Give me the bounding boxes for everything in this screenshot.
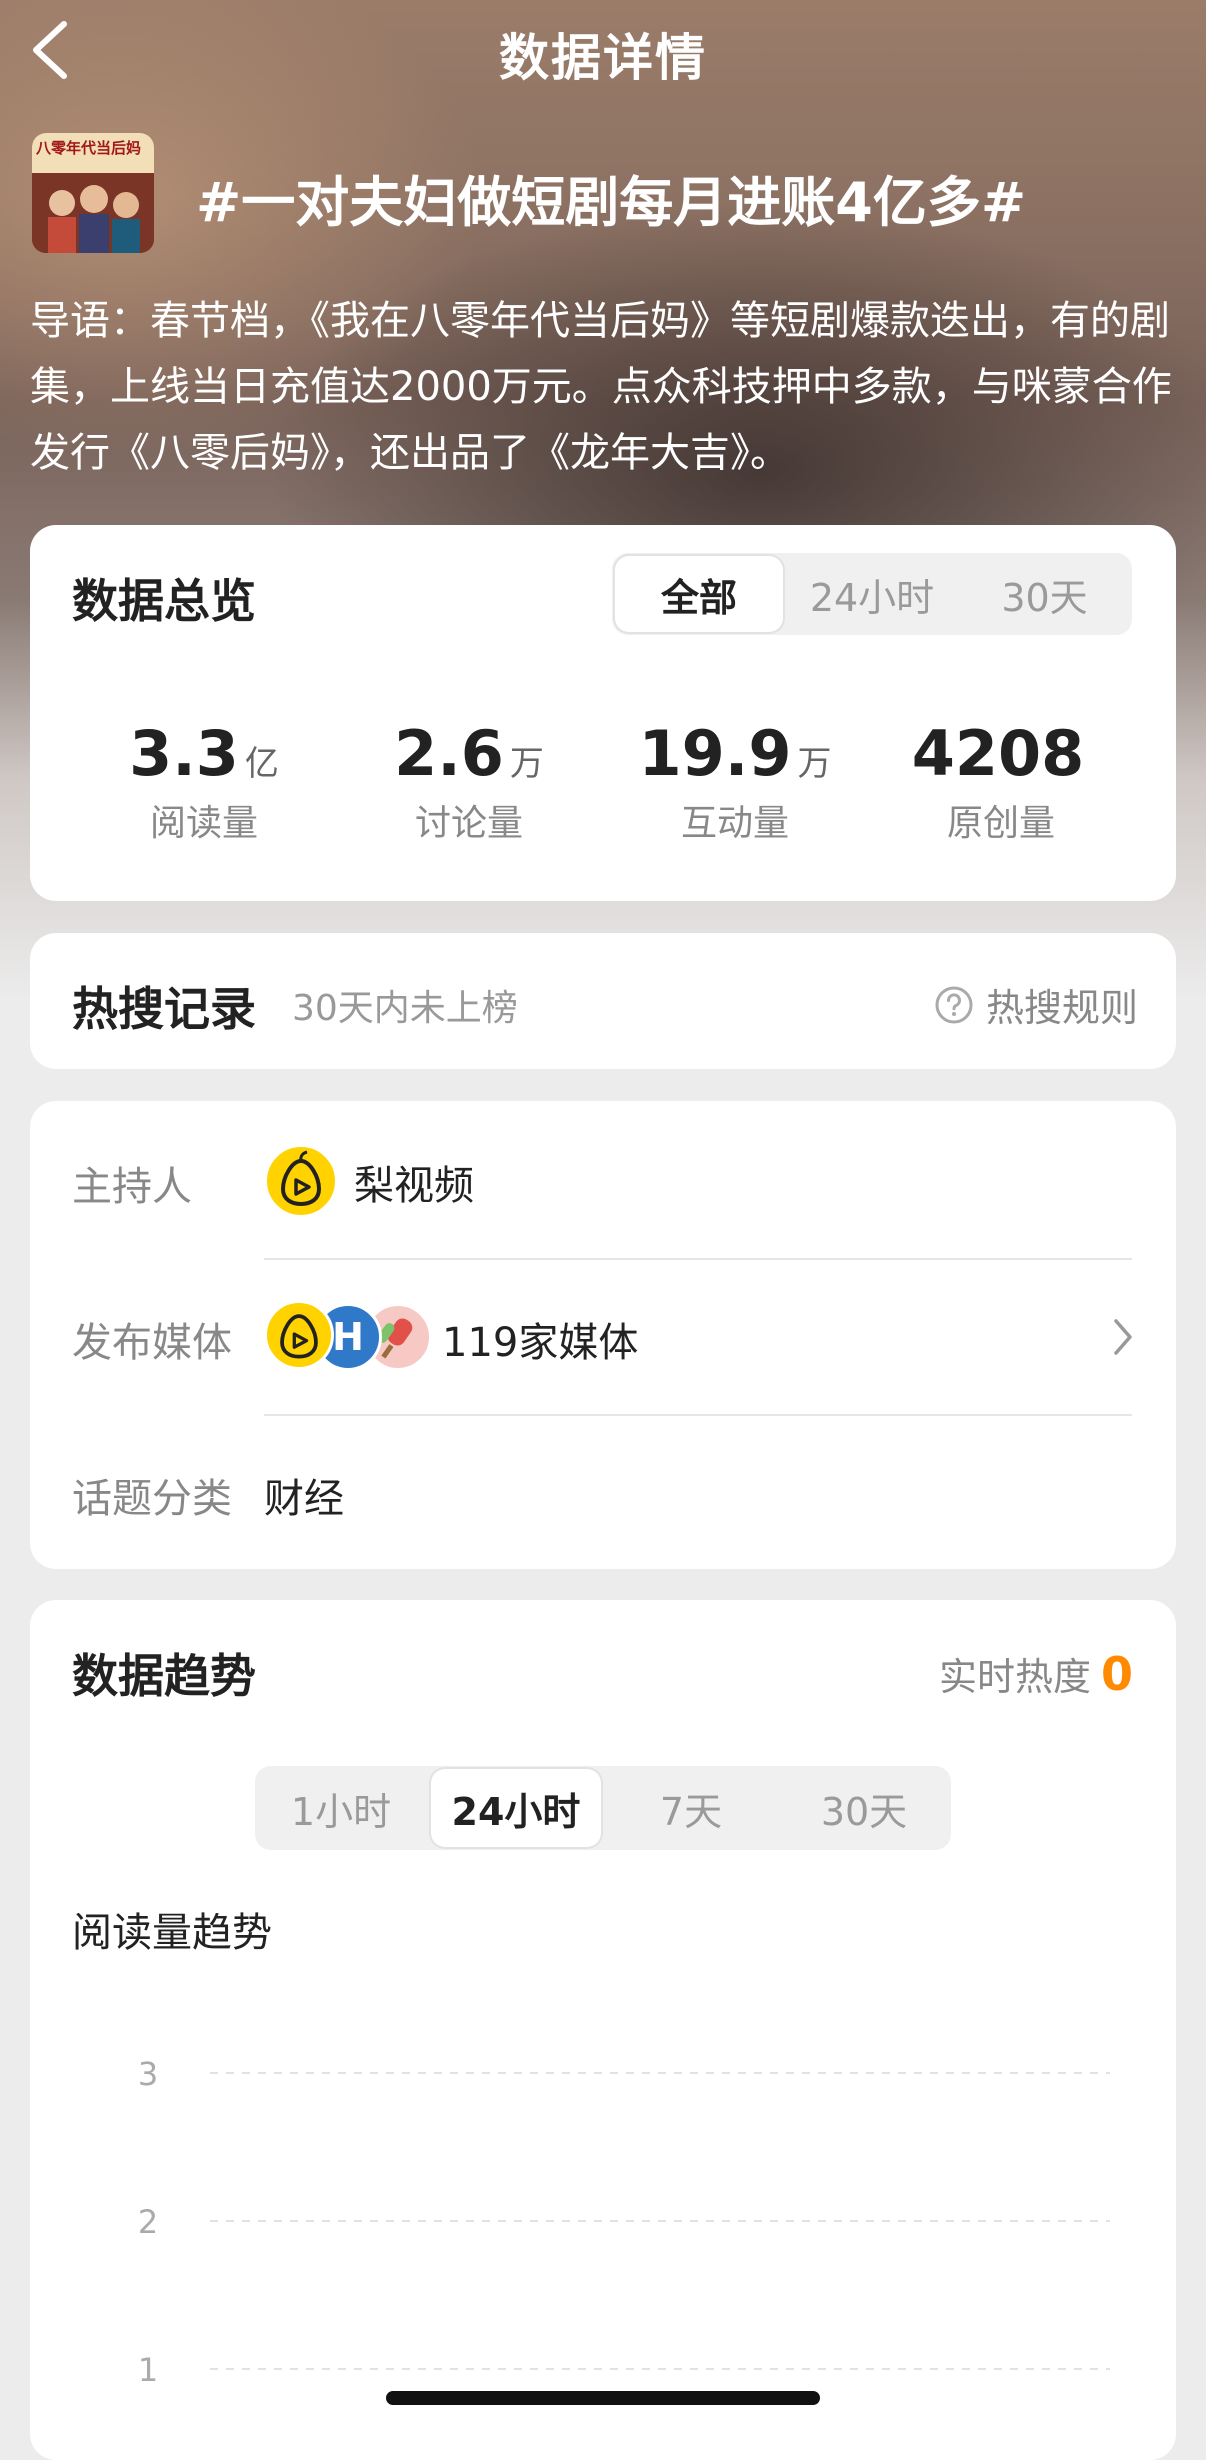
hot-search-title: 热搜记录: [72, 982, 256, 1036]
media-count[interactable]: 119家媒体: [442, 1310, 638, 1368]
realtime-heat-label: 实时热度: [939, 1655, 1092, 1699]
topic-thumbnail[interactable]: 八零年代当后妈: [32, 133, 154, 253]
tab-1h[interactable]: 1小时: [255, 1766, 427, 1850]
realtime-heat-value: 0: [1101, 1646, 1134, 1701]
pear-video-logo-icon: [280, 1314, 318, 1359]
chevron-right-icon[interactable]: [1112, 1317, 1134, 1357]
realtime-heat: 实时热度 0: [939, 1646, 1133, 1701]
pear-video-logo-icon: [280, 1150, 322, 1207]
question-circle-icon: [935, 986, 973, 1023]
hot-search-rules-link[interactable]: 热搜规则: [934, 977, 1138, 1032]
stat-label: 阅读量: [149, 803, 258, 844]
overview-time-tabs: 全部 24小时 30天: [612, 553, 1132, 635]
trend-time-tabs: 1小时 24小时 7天 30天: [255, 1766, 951, 1850]
hot-search-card: 热搜记录 30天内未上榜 热搜规则: [30, 933, 1176, 1069]
home-indicator: [386, 2391, 820, 2405]
hot-search-status: 30天内未上榜: [292, 988, 518, 1029]
y-tick-label: 1: [138, 2351, 158, 2389]
media-label: 发布媒体: [72, 1320, 232, 1366]
stat-unit: 万: [797, 744, 832, 784]
stat-unit: 万: [509, 744, 544, 784]
tab-30d[interactable]: 30天: [777, 1766, 951, 1850]
trend-card: 数据趋势 实时热度 0 1小时 24小时 7天 30天 阅读量趋势 3 2 1: [30, 1600, 1176, 2460]
media-avatar-1: [264, 1300, 334, 1370]
chart-title: 阅读量趋势: [72, 1910, 272, 1956]
stat-value: 2.6: [394, 717, 504, 790]
stat-label: 原创量: [946, 803, 1055, 844]
topic-title: #一对夫妇做短剧每月进账4亿多#: [196, 171, 1027, 234]
hot-search-rules-label: 热搜规则: [986, 986, 1139, 1030]
divider: [264, 1258, 1132, 1260]
tab-7d[interactable]: 7天: [605, 1766, 777, 1850]
stat-interactions: 19.9 万 互动量: [610, 717, 860, 846]
y-tick-label: 2: [138, 2203, 158, 2241]
thumbnail-text: 八零年代当后妈: [36, 139, 142, 157]
divider: [264, 1414, 1132, 1416]
overview-title: 数据总览: [72, 574, 256, 628]
stat-unit: 亿: [244, 744, 279, 784]
stat-originals: 4208 原创量: [876, 717, 1126, 846]
trend-title: 数据趋势: [72, 1649, 256, 1703]
category-value: 财经: [264, 1476, 344, 1522]
topic-lead: 导语：春节档，《我在八零年代当后妈》等短剧爆款迭出，有的剧集，上线当日充值达20…: [30, 298, 1172, 476]
stat-label: 互动量: [680, 803, 789, 844]
svg-text:H: H: [332, 1315, 364, 1359]
stat-reads: 3.3 亿 阅读量: [79, 717, 329, 846]
host-avatar[interactable]: [264, 1144, 338, 1218]
tab-all[interactable]: 全部: [615, 556, 783, 632]
topic-info-card: 主持人 梨视频 发布媒体 H 119家媒体 话题分类 财经: [30, 1101, 1176, 1569]
overview-card: 数据总览 全部 24小时 30天 3.3 亿 阅读量 2.6 万 讨论量 19.9 万…: [30, 525, 1176, 901]
stat-value: 4208: [911, 717, 1085, 790]
host-name[interactable]: 梨视频: [354, 1153, 474, 1211]
page-title: 数据详情: [499, 29, 707, 87]
stat-value: 19.9: [638, 717, 792, 790]
y-tick-label: 3: [138, 2055, 158, 2093]
tab-24h[interactable]: 24小时: [787, 553, 957, 635]
stat-discussions: 2.6 万 讨论量: [344, 717, 594, 846]
tab-24h[interactable]: 24小时: [431, 1769, 601, 1847]
tab-30d[interactable]: 30天: [957, 553, 1132, 635]
stat-label: 讨论量: [414, 803, 523, 844]
category-label: 话题分类: [72, 1476, 232, 1522]
host-label: 主持人: [72, 1164, 192, 1210]
stat-value: 3.3: [129, 717, 239, 790]
